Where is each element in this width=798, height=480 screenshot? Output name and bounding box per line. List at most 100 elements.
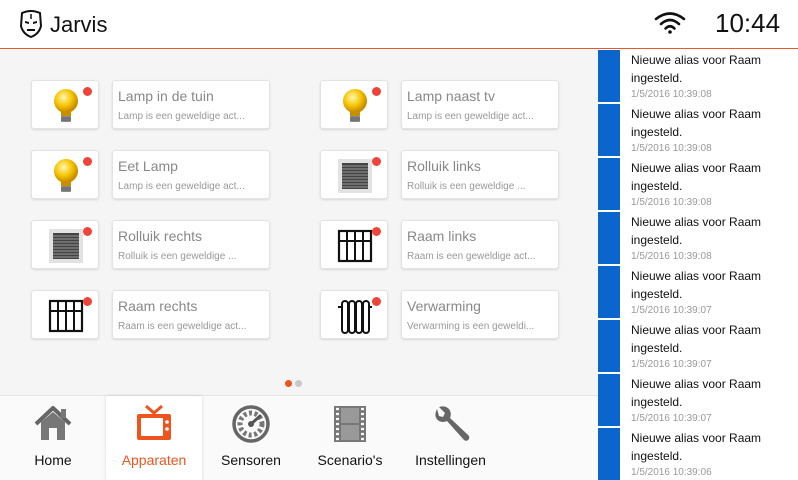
nav-instellingen[interactable]: Instellingen (400, 396, 501, 480)
device-lamp-naast-tv[interactable]: Lamp naast tv Lamp is een geweldige act.… (320, 80, 560, 129)
device-description: Lamp is een geweldige act... (118, 181, 245, 192)
device-card[interactable]: Rolluik rechts Rolluik is een geweldige … (112, 220, 270, 269)
page-dot-active[interactable] (285, 380, 292, 387)
log-message: Nieuwe alias voor Raam ingesteld. (631, 161, 762, 193)
page-indicator[interactable] (285, 374, 305, 392)
device-rolluik-rechts[interactable]: Rolluik rechts Rolluik is een geweldige … (31, 220, 271, 269)
device-name: Raam links (407, 228, 477, 244)
app-title: Jarvis (50, 12, 108, 37)
device-description: Rolluik is een geweldige ... (118, 251, 237, 262)
device-icon-button[interactable] (31, 150, 99, 199)
device-description: Rolluik is een geweldige ... (407, 181, 526, 192)
nav-scenarios[interactable]: Scenario's (300, 396, 400, 480)
status-dot (83, 297, 92, 306)
device-icon-button[interactable] (31, 220, 99, 269)
log-bar (598, 266, 620, 319)
shutter-icon (338, 159, 372, 193)
device-raam-links[interactable]: Raam links Raam is een geweldige act... (320, 220, 560, 269)
lightbulb-icon (54, 159, 78, 192)
log-bar (598, 104, 620, 157)
window-icon (48, 299, 84, 333)
header: Jarvis 10:44 (0, 0, 798, 49)
log-item: Nieuwe alias voor Raam ingesteld. 1/5/20… (598, 428, 798, 480)
lightbulb-icon (343, 89, 367, 122)
device-card[interactable]: Lamp in de tuin Lamp is een geweldige ac… (112, 80, 270, 129)
device-icon-button[interactable] (320, 290, 388, 339)
nav-label: Apparaten (121, 452, 187, 468)
bottom-nav: Home Apparaten Sensoren Scenario's Inste… (0, 395, 598, 480)
log-bar (598, 374, 620, 427)
log-timestamp: 1/5/2016 10:39:08 (631, 143, 712, 154)
nav-apparaten[interactable]: Apparaten (106, 396, 202, 480)
log-item: Nieuwe alias voor Raam ingesteld. 1/5/20… (598, 104, 798, 158)
shutter-icon (49, 229, 83, 263)
log-message: Nieuwe alias voor Raam ingesteld. (631, 269, 762, 301)
status-dot (83, 227, 92, 236)
device-description: Verwarming is een geweldi... (407, 321, 535, 332)
device-icon-button[interactable] (31, 80, 99, 129)
device-card[interactable]: Eet Lamp Lamp is een geweldige act... (112, 150, 270, 199)
log-message: Nieuwe alias voor Raam ingesteld. (631, 215, 762, 247)
event-log[interactable]: Nieuwe alias voor Raam ingesteld. 1/5/20… (598, 50, 798, 480)
device-rolluik-links[interactable]: Rolluik links Rolluik is een geweldige .… (320, 150, 560, 199)
log-bar (598, 50, 620, 103)
log-timestamp: 1/5/2016 10:39:08 (631, 197, 712, 208)
device-description: Lamp is een geweldige act... (407, 111, 534, 122)
window-icon (337, 229, 373, 263)
device-card[interactable]: Verwarming Verwarming is een geweldi... (401, 290, 559, 339)
nav-sensoren[interactable]: Sensoren (202, 396, 300, 480)
log-item: Nieuwe alias voor Raam ingesteld. 1/5/20… (598, 374, 798, 428)
status-dot (372, 227, 381, 236)
log-bar (598, 212, 620, 265)
device-eet-lamp[interactable]: Eet Lamp Lamp is een geweldige act... (31, 150, 271, 199)
device-name: Lamp in de tuin (118, 88, 214, 104)
status-dot (372, 87, 381, 96)
tv-icon (137, 404, 171, 440)
log-item: Nieuwe alias voor Raam ingesteld. 1/5/20… (598, 158, 798, 212)
device-name: Rolluik links (407, 158, 481, 174)
device-name: Lamp naast tv (407, 88, 495, 104)
nav-label: Home (34, 452, 72, 468)
log-item: Nieuwe alias voor Raam ingesteld. 1/5/20… (598, 50, 798, 104)
page-dot[interactable] (295, 380, 302, 387)
radiator-icon (338, 300, 372, 334)
gauge-icon (232, 405, 270, 443)
device-raam-rechts[interactable]: Raam rechts Raam is een geweldige act... (31, 290, 271, 339)
device-grid: Lamp in de tuin Lamp is een geweldige ac… (0, 50, 598, 395)
device-icon-button[interactable] (31, 290, 99, 339)
log-timestamp: 1/5/2016 10:39:07 (631, 359, 712, 370)
status-dot (83, 87, 92, 96)
log-bar (598, 158, 620, 211)
nav-home[interactable]: Home (0, 396, 106, 480)
app-root: Jarvis 10:44 Lamp in de tuin Lamp is een… (0, 0, 798, 480)
device-card[interactable]: Lamp naast tv Lamp is een geweldige act.… (401, 80, 559, 129)
status-dot (372, 157, 381, 166)
device-icon-button[interactable] (320, 220, 388, 269)
device-description: Raam is een geweldige act... (407, 251, 536, 262)
log-timestamp: 1/5/2016 10:39:08 (631, 89, 712, 100)
lightbulb-icon (54, 89, 78, 122)
status-dot (372, 297, 381, 306)
log-timestamp: 1/5/2016 10:39:06 (631, 467, 712, 478)
nav-label: Instellingen (415, 452, 486, 468)
device-card[interactable]: Raam links Raam is een geweldige act... (401, 220, 559, 269)
nav-label: Sensoren (221, 452, 281, 468)
device-icon-button[interactable] (320, 150, 388, 199)
device-description: Raam is een geweldige act... (118, 321, 247, 332)
log-message: Nieuwe alias voor Raam ingesteld. (631, 431, 762, 463)
log-message: Nieuwe alias voor Raam ingesteld. (631, 323, 762, 355)
device-card[interactable]: Rolluik links Rolluik is een geweldige .… (401, 150, 559, 199)
log-message: Nieuwe alias voor Raam ingesteld. (631, 107, 762, 139)
device-lamp-in-de-tuin[interactable]: Lamp in de tuin Lamp is een geweldige ac… (31, 80, 271, 129)
film-icon (334, 406, 366, 442)
device-verwarming[interactable]: Verwarming Verwarming is een geweldi... (320, 290, 560, 339)
device-icon-button[interactable] (320, 80, 388, 129)
home-icon (34, 406, 72, 440)
clock: 10:44 (715, 8, 781, 38)
log-bar (598, 320, 620, 373)
log-bar (598, 428, 620, 480)
log-item: Nieuwe alias voor Raam ingesteld. 1/5/20… (598, 320, 798, 374)
device-name: Verwarming (407, 298, 481, 314)
log-timestamp: 1/5/2016 10:39:08 (631, 251, 712, 262)
device-card[interactable]: Raam rechts Raam is een geweldige act... (112, 290, 270, 339)
